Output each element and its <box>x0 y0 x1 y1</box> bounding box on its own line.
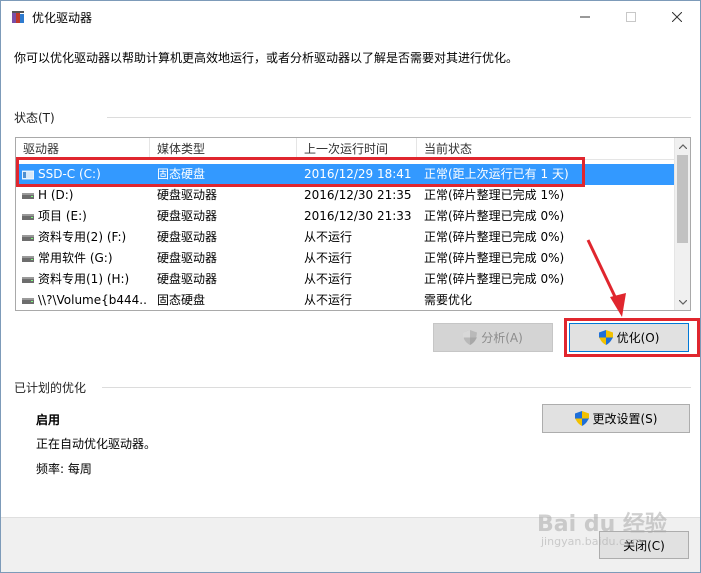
close-icon <box>672 11 682 22</box>
media-type: 固态硬盘 <box>157 167 206 181</box>
media-type: 硬盘驱动器 <box>157 272 218 286</box>
media-type: 固态硬盘 <box>157 293 206 307</box>
hdd-drive-icon <box>22 235 34 241</box>
media-type: 硬盘驱动器 <box>157 251 218 265</box>
minimize-icon <box>580 16 590 17</box>
scheduled-detail: 正在自动优化驱动器。 <box>36 437 157 451</box>
title-bar: 优化驱动器 <box>1 1 700 33</box>
scheduled-state: 启用 <box>36 413 61 427</box>
status-group-label: 状态(T) <box>14 111 55 125</box>
scroll-down-arrow[interactable] <box>675 294 690 310</box>
scheduled-frequency: 频率: 每周 <box>36 462 92 476</box>
hdd-drive-icon <box>22 298 34 304</box>
change-settings-button[interactable]: 更改设置(S) <box>542 404 690 433</box>
drive-name: 资料专用(1) (H:) <box>38 272 130 286</box>
current-status: 正常(碎片整理已完成 0%) <box>424 251 565 265</box>
analyze-label: 分析(A) <box>481 331 523 345</box>
baidu-watermark-url: jingyan.baidu.com <box>541 535 643 548</box>
drive-row[interactable]: \\?\Volume{b444... 固态硬盘 从不运行 需要优化 <box>16 290 674 310</box>
scheduled-group-label: 已计划的优化 <box>14 381 87 395</box>
last-run-time: 2016/12/30 21:35 <box>304 188 412 202</box>
drive-row[interactable]: 常用软件 (G:) 硬盘驱动器 从不运行 正常(碎片整理已完成 0%) <box>16 248 674 269</box>
analyze-button[interactable]: 分析(A) <box>433 323 553 352</box>
window-description: 你可以优化驱动器以帮助计算机更高效地运行，或者分析驱动器以了解是否需要对其进行优… <box>14 51 519 65</box>
current-status: 正常(碎片整理已完成 1%) <box>424 188 565 202</box>
maximize-icon <box>626 11 636 22</box>
drive-name: 资料专用(2) (F:) <box>38 230 127 244</box>
last-run-time: 从不运行 <box>304 230 353 244</box>
chevron-down-icon <box>679 299 687 305</box>
current-status: 正常(碎片整理已完成 0%) <box>424 230 565 244</box>
column-header-last-run[interactable]: 上一次运行时间 <box>297 138 417 160</box>
window-title: 优化驱动器 <box>32 11 93 25</box>
current-status: 需要优化 <box>424 293 473 307</box>
hdd-drive-icon <box>22 256 34 262</box>
drive-name: SSD-C (C:) <box>38 167 101 181</box>
uac-shield-icon <box>598 330 613 345</box>
media-type: 硬盘驱动器 <box>157 188 218 202</box>
optimize-label: 优化(O) <box>616 331 660 345</box>
scroll-up-arrow[interactable] <box>675 138 690 154</box>
drive-name: H (D:) <box>38 188 74 202</box>
drive-name: 常用软件 (G:) <box>38 251 113 265</box>
drive-row[interactable]: 资料专用(1) (H:) 硬盘驱动器 从不运行 正常(碎片整理已完成 0%) <box>16 269 674 290</box>
annotation-arrow-icon <box>586 239 626 317</box>
chevron-up-icon <box>679 143 687 149</box>
media-type: 硬盘驱动器 <box>157 209 218 223</box>
scrollbar-thumb[interactable] <box>677 155 688 243</box>
maximize-button[interactable] <box>608 1 654 32</box>
drive-row[interactable]: 资料专用(2) (F:) 硬盘驱动器 从不运行 正常(碎片整理已完成 0%) <box>16 227 674 248</box>
drives-list-scrollbar[interactable] <box>674 138 690 310</box>
column-header-drive[interactable]: 驱动器 <box>16 138 150 160</box>
drive-name: \\?\Volume{b444... <box>38 293 148 307</box>
scheduled-group-divider <box>102 387 691 388</box>
hdd-drive-icon <box>22 277 34 283</box>
media-type: 硬盘驱动器 <box>157 230 218 244</box>
close-window-button[interactable] <box>654 1 700 32</box>
current-status: 正常(碎片整理已完成 0%) <box>424 272 565 286</box>
status-group-divider <box>107 117 691 118</box>
uac-shield-icon <box>463 330 478 345</box>
optimize-button[interactable]: 优化(O) <box>569 323 689 352</box>
last-run-time: 2016/12/29 18:41 <box>304 167 412 181</box>
hdd-drive-icon <box>22 193 34 199</box>
last-run-time: 2016/12/30 21:33 <box>304 209 412 223</box>
uac-shield-icon <box>574 411 589 426</box>
last-run-time: 从不运行 <box>304 251 353 265</box>
drive-row[interactable]: H (D:) 硬盘驱动器 2016/12/30 21:35 正常(碎片整理已完成… <box>16 185 674 206</box>
hdd-drive-icon <box>22 214 34 220</box>
baidu-watermark-logo: Bai du 经验 <box>537 512 667 537</box>
drive-row[interactable]: SSD-C (C:) 固态硬盘 2016/12/29 18:41 正常(距上次运… <box>16 164 674 185</box>
current-status: 正常(碎片整理已完成 0%) <box>424 209 565 223</box>
column-header-media-type[interactable]: 媒体类型 <box>150 138 297 160</box>
last-run-time: 从不运行 <box>304 272 353 286</box>
defrag-app-icon <box>12 11 24 23</box>
minimize-button[interactable] <box>562 1 608 32</box>
drive-row[interactable]: 项目 (E:) 硬盘驱动器 2016/12/30 21:33 正常(碎片整理已完… <box>16 206 674 227</box>
drive-name: 项目 (E:) <box>38 209 87 223</box>
column-header-current-status[interactable]: 当前状态 <box>417 138 674 160</box>
last-run-time: 从不运行 <box>304 293 353 307</box>
ssd-drive-icon <box>22 170 34 180</box>
current-status: 正常(距上次运行已有 1 天) <box>424 167 569 181</box>
drives-list-header: 驱动器 媒体类型 上一次运行时间 当前状态 <box>16 138 674 160</box>
optimize-drives-window: 优化驱动器 你可以优化驱动器以帮助计算机更高效地运行，或者分析驱动器以了解是否需… <box>0 0 701 573</box>
change-settings-label: 更改设置(S) <box>592 412 658 426</box>
